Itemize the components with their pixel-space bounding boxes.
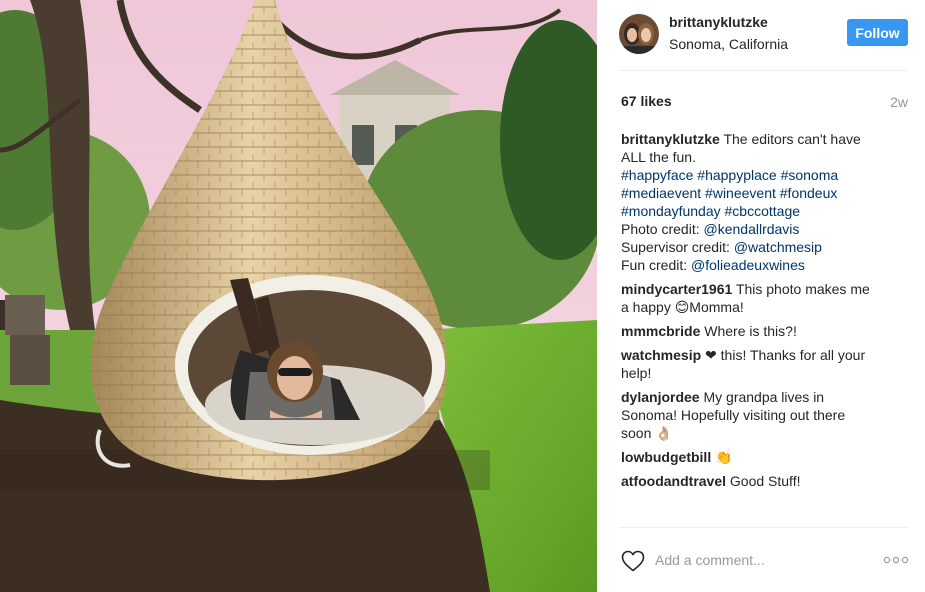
post-side-panel: brittanyklutzke Sonoma, California Follo… bbox=[597, 0, 925, 592]
comment-text: help! bbox=[621, 365, 652, 381]
post-footer bbox=[597, 527, 925, 592]
heart-outline-icon[interactable] bbox=[621, 550, 645, 572]
comment-line: dylanjordee My grandpa lives in bbox=[621, 388, 911, 406]
caption-text: ALL the fun. bbox=[621, 149, 696, 165]
supervisor-credit-label: Supervisor credit: bbox=[621, 239, 730, 255]
comment-text: 👏 bbox=[715, 449, 733, 465]
follow-button[interactable]: Follow bbox=[847, 19, 908, 46]
photo-credit-mention[interactable]: @kendallrdavis bbox=[704, 221, 800, 237]
add-comment-input[interactable] bbox=[655, 552, 885, 568]
post-photo-image bbox=[0, 0, 597, 592]
comment: mindycarter1961 This photo makes me a ha… bbox=[621, 280, 911, 316]
comment: watchmesip ❤ this! Thanks for all your h… bbox=[621, 346, 911, 382]
comment-line: lowbudgetbill 👏 bbox=[621, 448, 911, 466]
post-timestamp[interactable]: 2w bbox=[890, 94, 908, 110]
comment-text: ❤ this! Thanks for all your bbox=[705, 347, 866, 363]
more-options-icon[interactable] bbox=[883, 556, 909, 564]
comment-author[interactable]: lowbudgetbill bbox=[621, 449, 711, 465]
caption-author[interactable]: brittanyklutzke bbox=[621, 131, 720, 147]
comment: mmmcbride Where is this?! bbox=[621, 322, 911, 340]
photo-credit: Photo credit: @kendallrdavis bbox=[621, 220, 911, 238]
comments-list: brittanyklutzke The editors can't have A… bbox=[621, 130, 911, 496]
comment-line: atfoodandtravel Good Stuff! bbox=[621, 472, 911, 490]
comment: dylanjordee My grandpa lives in Sonoma! … bbox=[621, 388, 911, 442]
comment-text: soon 👌🏼 bbox=[621, 425, 673, 441]
location-link[interactable]: Sonoma, California bbox=[669, 36, 788, 52]
instagram-post: brittanyklutzke Sonoma, California Follo… bbox=[0, 0, 925, 592]
fun-credit-mention[interactable]: @folieadeuxwines bbox=[691, 257, 805, 273]
avatar-image bbox=[619, 14, 659, 54]
fun-credit: Fun credit: @folieadeuxwines bbox=[621, 256, 911, 274]
fun-credit-label: Fun credit: bbox=[621, 257, 688, 273]
comment-author[interactable]: watchmesip bbox=[621, 347, 701, 363]
comment-author[interactable]: atfoodandtravel bbox=[621, 473, 726, 489]
comment-text: This photo makes me bbox=[735, 281, 870, 297]
caption-text: The editors can't have bbox=[723, 131, 861, 147]
header-divider bbox=[619, 70, 908, 71]
post-header: brittanyklutzke Sonoma, California Follo… bbox=[597, 0, 925, 70]
comment-text: My grandpa lives in bbox=[703, 389, 825, 405]
hashtags[interactable]: #mediaevent #wineevent #fondeux bbox=[621, 184, 911, 202]
comment: lowbudgetbill 👏 bbox=[621, 448, 911, 466]
username-link[interactable]: brittanyklutzke bbox=[669, 14, 768, 30]
comment-author[interactable]: mmmcbride bbox=[621, 323, 700, 339]
caption-line: brittanyklutzke The editors can't have bbox=[621, 130, 911, 148]
comment-line: watchmesip ❤ this! Thanks for all your bbox=[621, 346, 911, 364]
comment-text: Where is this?! bbox=[704, 323, 797, 339]
photo-credit-label: Photo credit: bbox=[621, 221, 700, 237]
post-photo[interactable] bbox=[0, 0, 597, 592]
avatar[interactable] bbox=[619, 14, 659, 54]
comment-author[interactable]: mindycarter1961 bbox=[621, 281, 732, 297]
comment-text: Good Stuff! bbox=[729, 473, 801, 489]
supervisor-credit-mention[interactable]: @watchmesip bbox=[734, 239, 822, 255]
likes-count[interactable]: 67 likes bbox=[621, 93, 672, 109]
comment-line: mindycarter1961 This photo makes me bbox=[621, 280, 911, 298]
supervisor-credit: Supervisor credit: @watchmesip bbox=[621, 238, 911, 256]
comment-line: mmmcbride Where is this?! bbox=[621, 322, 911, 340]
comment-author[interactable]: dylanjordee bbox=[621, 389, 700, 405]
hashtags[interactable]: #mondayfunday #cbccottage bbox=[621, 202, 911, 220]
hashtags[interactable]: #happyface #happyplace #sonoma bbox=[621, 166, 911, 184]
comment: atfoodandtravel Good Stuff! bbox=[621, 472, 911, 490]
comment-text: a happy 😊Momma! bbox=[621, 299, 744, 315]
caption: brittanyklutzke The editors can't have A… bbox=[621, 130, 911, 274]
comment-text: Sonoma! Hopefully visiting out there bbox=[621, 407, 846, 423]
